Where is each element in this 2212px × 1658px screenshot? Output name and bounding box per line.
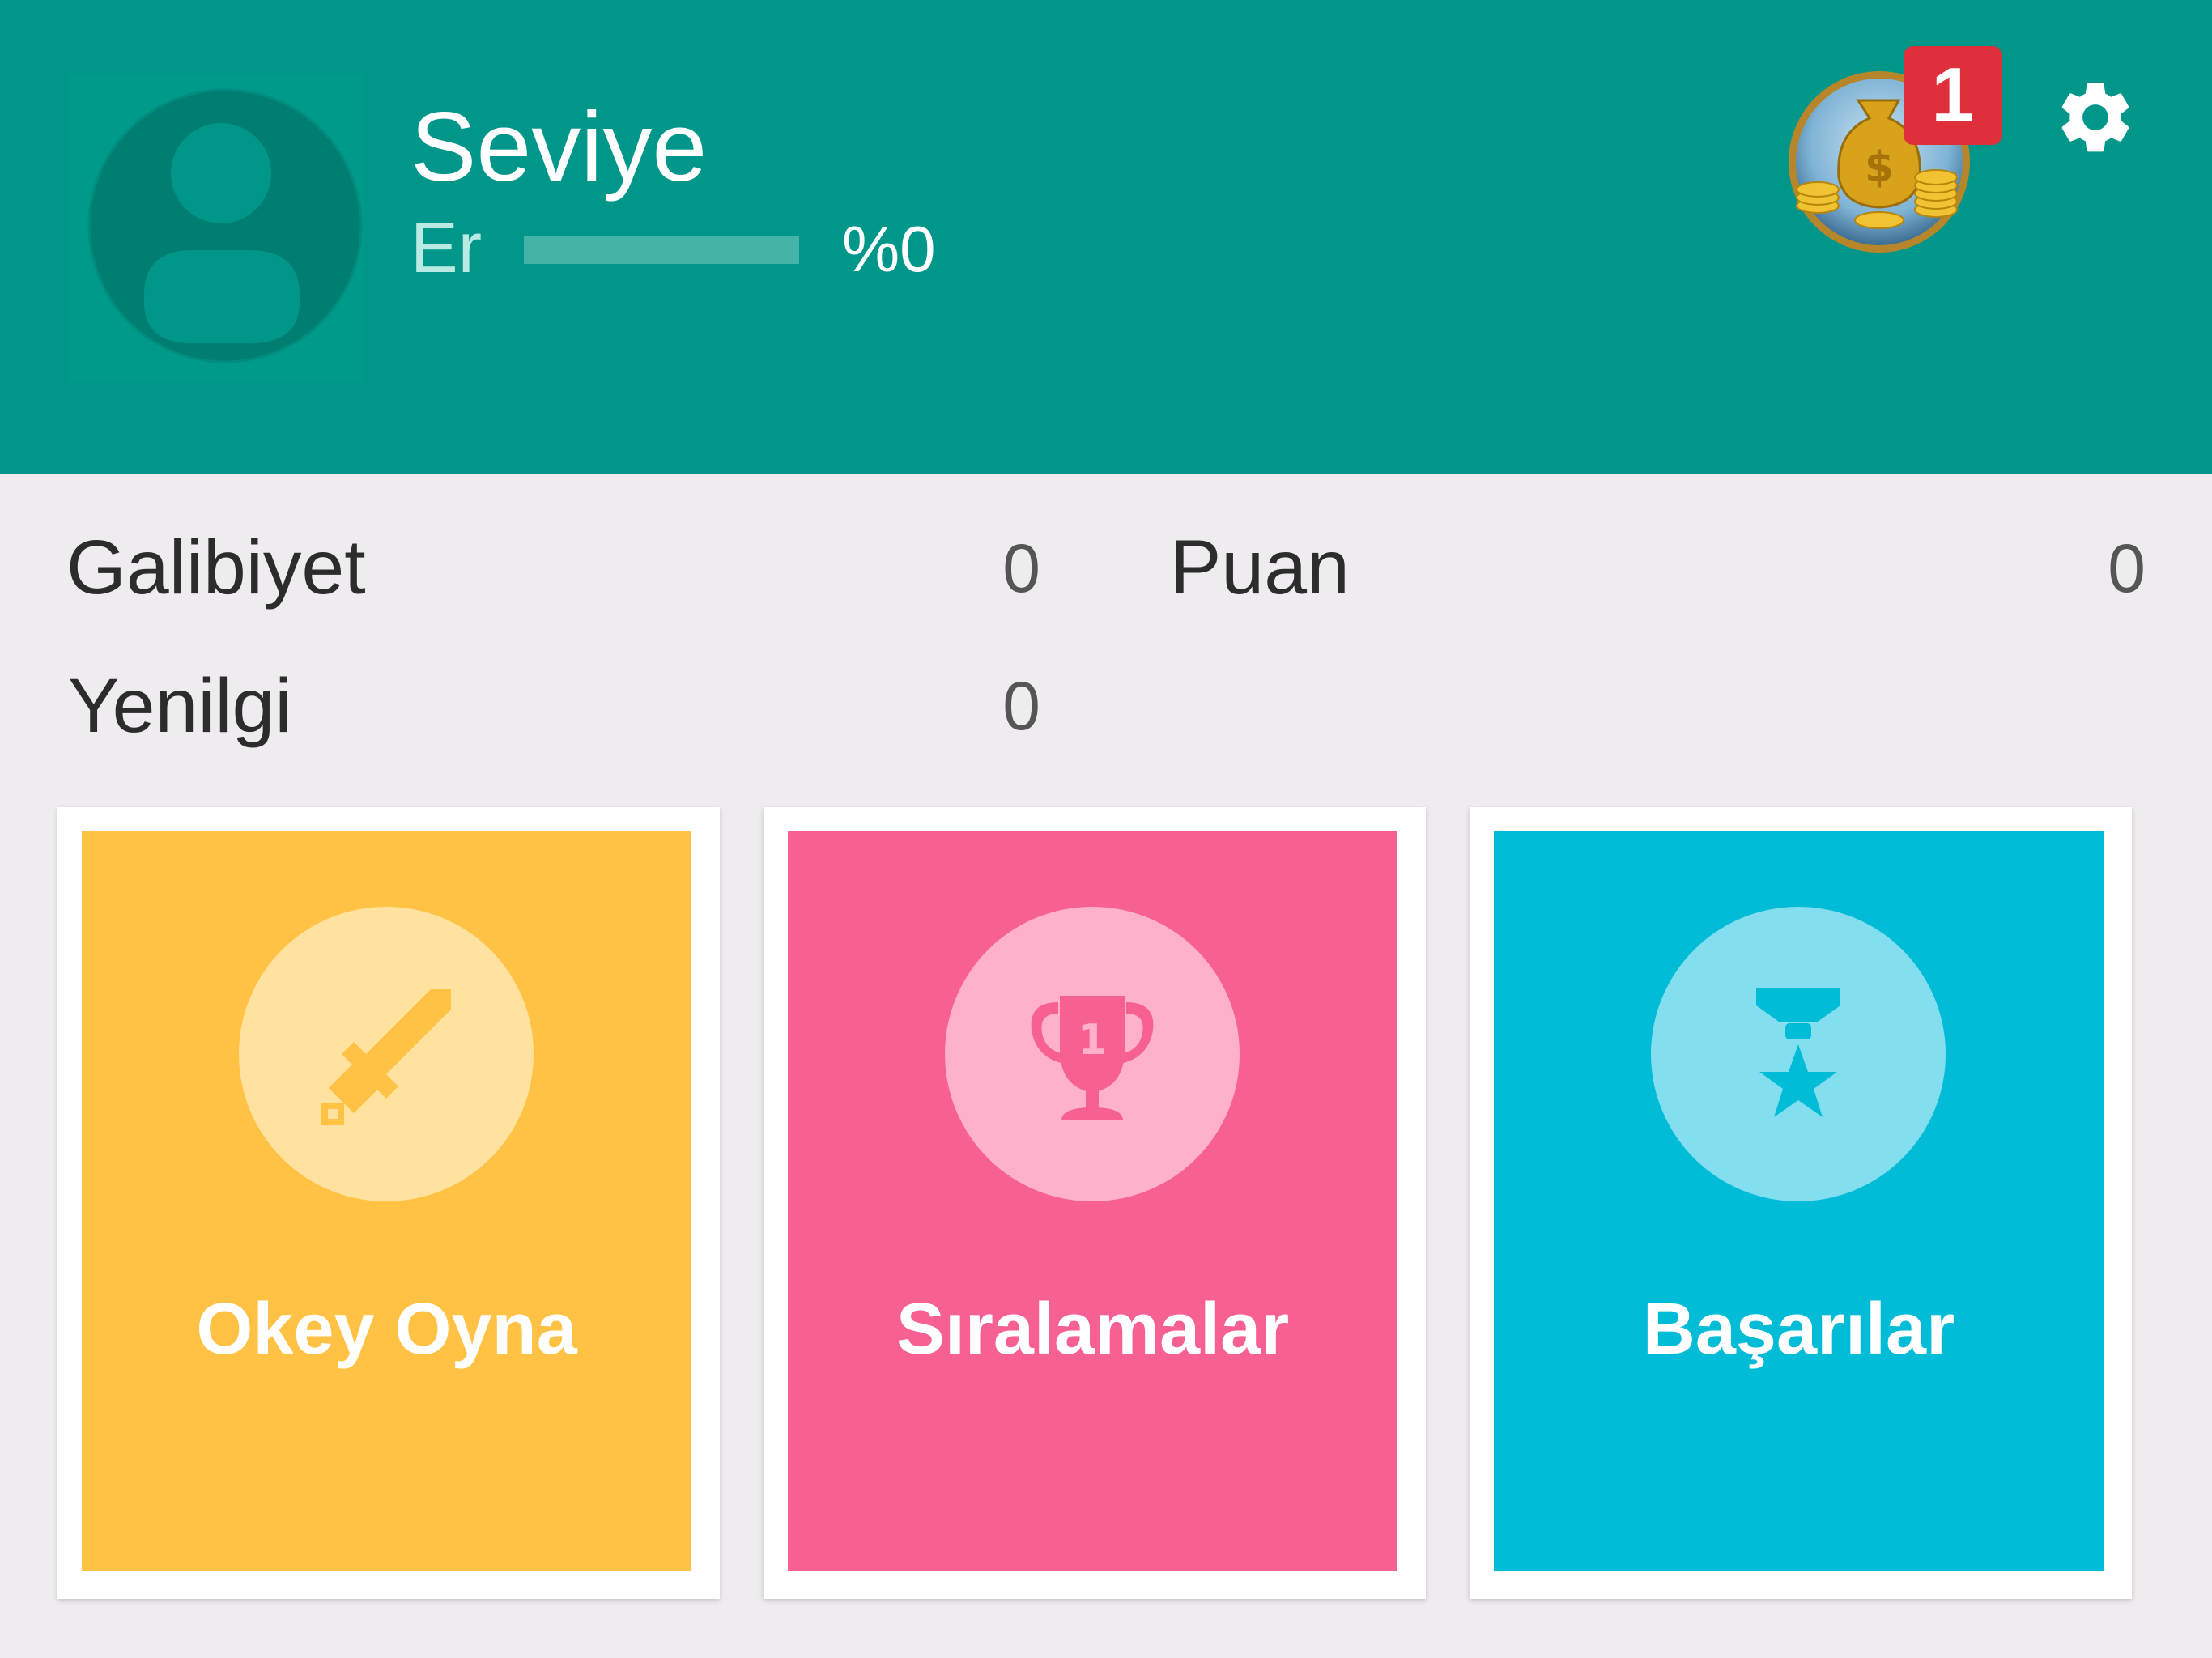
rankings-card[interactable]: 1 Sıralamalar — [764, 807, 1426, 1599]
play-okey-card-body[interactable]: Okey Oyna — [82, 831, 691, 1571]
level-progress-text: %0 — [842, 213, 936, 285]
sword-icon — [321, 989, 451, 1125]
medal-icon — [1756, 988, 1840, 1117]
losses-value: 0 — [1002, 668, 1040, 744]
level-title: Seviye — [410, 91, 708, 202]
points-value: 0 — [2108, 530, 2146, 606]
coin-notification-badge: 1 — [1904, 46, 2002, 145]
profile-header: Seviye Er %0 $ 1 — [0, 0, 2212, 474]
achievements-card[interactable]: Başarılar — [1470, 807, 2132, 1599]
rankings-icon-circle: 1 — [945, 907, 1240, 1201]
rank-label: Er — [410, 207, 482, 287]
achievements-label: Başarılar — [1642, 1289, 1955, 1370]
wins-label: Galibiyet — [66, 525, 366, 610]
play-okey-label: Okey Oyna — [196, 1289, 577, 1370]
rankings-card-body[interactable]: 1 Sıralamalar — [788, 831, 1397, 1571]
svg-text:$: $ — [1865, 143, 1894, 192]
achievements-icon-circle — [1651, 907, 1946, 1201]
achievements-card-body[interactable]: Başarılar — [1494, 831, 2104, 1571]
play-okey-card[interactable]: Okey Oyna — [57, 807, 720, 1599]
level-progress-bar — [524, 236, 799, 264]
play-okey-icon-circle — [239, 907, 534, 1201]
points-label: Puan — [1170, 525, 1350, 610]
gear-icon[interactable] — [2052, 74, 2138, 160]
trophy-icon: 1 — [1031, 996, 1154, 1120]
wins-value: 0 — [1002, 530, 1040, 606]
avatar[interactable] — [87, 84, 363, 368]
losses-label: Yenilgi — [68, 663, 292, 749]
rankings-label: Sıralamalar — [895, 1289, 1290, 1370]
svg-text:1: 1 — [1078, 1016, 1107, 1065]
